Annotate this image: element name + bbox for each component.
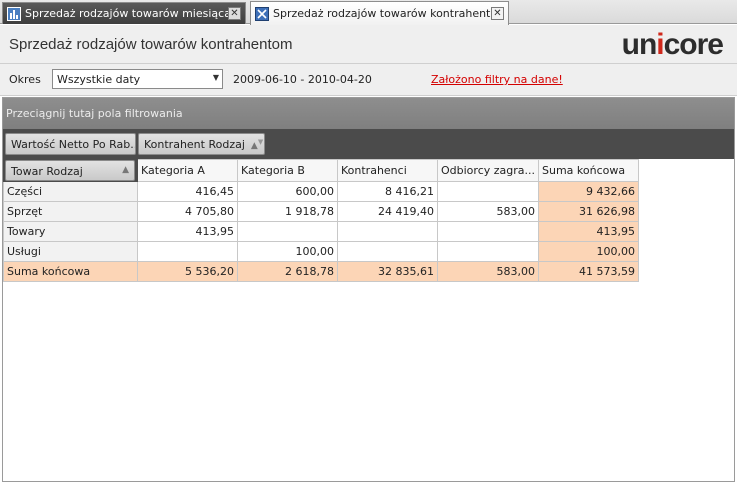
table-cell[interactable] [437, 221, 539, 242]
table-cell[interactable] [337, 241, 438, 262]
period-select-value: Wszystkie daty [57, 73, 141, 86]
total-row: Suma końcowa 5 536,20 2 618,78 32 835,61… [3, 261, 639, 282]
report-header: Sprzedaż rodzajów towarów kontrahentom u… [0, 25, 737, 63]
row-total-cell[interactable]: 9 432,66 [538, 181, 639, 202]
sort-up-icon[interactable]: ▲ [122, 165, 129, 175]
filter-area-hint: Przeciągnij tutaj pola filtrowania [6, 107, 183, 120]
table-row: Sprzęt 4 705,80 1 918,78 24 419,40 583,0… [3, 201, 639, 222]
table-cell[interactable]: 4 705,80 [137, 201, 238, 222]
page-title: Sprzedaż rodzajów towarów kontrahentom [9, 36, 293, 53]
row-field-button[interactable]: Towar Rodzaj ▲ [5, 160, 135, 181]
total-cell[interactable]: 2 618,78 [237, 261, 338, 282]
tab-sales-by-contractor[interactable]: Sprzedaż rodzajów towarów kontrahentom ✕ [250, 1, 509, 25]
total-cell[interactable]: 5 536,20 [137, 261, 238, 282]
sort-up-icon[interactable]: ▲ [251, 141, 258, 151]
tab-label: Sprzedaż rodzajów towarów miesiącami [25, 7, 228, 20]
data-field-label: Wartość Netto Po Rab... [11, 138, 136, 151]
period-select[interactable]: Wszystkie daty ▼ [52, 69, 223, 89]
table-icon [255, 6, 269, 21]
table-cell[interactable]: 100,00 [237, 241, 338, 262]
chevron-down-icon: ▼ [212, 73, 219, 82]
close-icon[interactable]: ✕ [228, 7, 241, 20]
tab-strip: Sprzedaż rodzajów towarów miesiącami ✕ S… [0, 0, 737, 25]
table-cell[interactable]: 600,00 [237, 181, 338, 202]
row-field-area: Towar Rodzaj ▲ [3, 159, 138, 182]
column-header[interactable]: Odbiorcy zagra... [437, 159, 539, 182]
tab-sales-by-month[interactable]: Sprzedaż rodzajów towarów miesiącami ✕ [2, 2, 246, 24]
unicore-logo: unicore [621, 28, 724, 61]
filters-applied-link[interactable]: Założono filtry na dane! [431, 73, 563, 86]
chart-icon [7, 6, 21, 21]
table-cell[interactable] [437, 181, 539, 202]
row-total-cell[interactable]: 100,00 [538, 241, 639, 262]
table-cell[interactable] [437, 241, 539, 262]
column-header-row: Towar Rodzaj ▲ Kategoria A Kategoria B Ko… [3, 159, 639, 182]
data-field-button[interactable]: Wartość Netto Po Rab... [5, 133, 136, 155]
filter-bar: Okres Wszystkie daty ▼ 2009-06-10 - 2010… [0, 63, 737, 96]
logo-part: core [663, 28, 724, 61]
row-header[interactable]: Towary [3, 221, 138, 242]
table-row: Części 416,45 600,00 8 416,21 9 432,66 [3, 181, 639, 202]
logo-part: un [621, 28, 658, 61]
table-cell[interactable]: 24 419,40 [337, 201, 438, 222]
row-header[interactable]: Usługi [3, 241, 138, 262]
table-cell[interactable]: 8 416,21 [337, 181, 438, 202]
column-field-button[interactable]: Kontrahent Rodzaj ▲▼ [138, 133, 265, 155]
table-cell[interactable]: 413,95 [137, 221, 238, 242]
close-icon[interactable]: ✕ [491, 7, 504, 20]
data-field-area: Wartość Netto Po Rab... Kontrahent Rodza… [3, 129, 734, 159]
column-header[interactable]: Kategoria B [237, 159, 338, 182]
pivot-table: Towar Rodzaj ▲ Kategoria A Kategoria B Ko… [3, 159, 639, 282]
grand-total-cell[interactable]: 41 573,59 [538, 261, 639, 282]
table-cell[interactable]: 1 918,78 [237, 201, 338, 222]
row-total-cell[interactable]: 413,95 [538, 221, 639, 242]
column-header[interactable]: Kategoria A [137, 159, 238, 182]
total-row-header[interactable]: Suma końcowa [3, 261, 138, 282]
table-cell[interactable]: 416,45 [137, 181, 238, 202]
column-field-label: Kontrahent Rodzaj [144, 138, 245, 151]
table-cell[interactable] [337, 221, 438, 242]
row-header[interactable]: Części [3, 181, 138, 202]
column-header-total[interactable]: Suma końcowa [538, 159, 639, 182]
row-total-cell[interactable]: 31 626,98 [538, 201, 639, 222]
table-row: Towary 413,95 413,95 [3, 221, 639, 242]
date-range: 2009-06-10 - 2010-04-20 [233, 73, 372, 86]
row-header[interactable]: Sprzęt [3, 201, 138, 222]
table-cell[interactable] [137, 241, 238, 262]
table-cell[interactable]: 583,00 [437, 201, 539, 222]
table-cell[interactable] [237, 221, 338, 242]
logo-part: i [656, 28, 664, 61]
filter-drop-area[interactable]: Przeciągnij tutaj pola filtrowania [3, 98, 734, 129]
total-cell[interactable]: 583,00 [437, 261, 539, 282]
pivot-grid: Przeciągnij tutaj pola filtrowania Warto… [2, 97, 735, 482]
table-row: Usługi 100,00 100,00 [3, 241, 639, 262]
period-label: Okres [9, 73, 41, 86]
tab-label: Sprzedaż rodzajów towarów kontrahentom [273, 7, 491, 20]
filter-icon[interactable]: ▼ [258, 138, 263, 146]
total-cell[interactable]: 32 835,61 [337, 261, 438, 282]
row-field-label: Towar Rodzaj [11, 165, 83, 178]
column-header[interactable]: Kontrahenci [337, 159, 438, 182]
